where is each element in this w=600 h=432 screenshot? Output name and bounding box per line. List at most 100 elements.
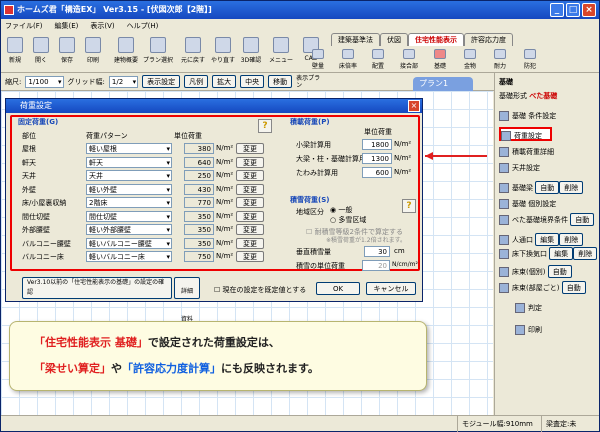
legend-button[interactable]: 凡例 [184,75,209,88]
layout-icon [372,49,384,59]
tab-allowable-stress[interactable]: 許容応力度 [464,33,513,46]
fixed-unit: N/m² [216,252,234,260]
dialog-close-button[interactable]: × [408,100,420,112]
change-button[interactable]: 変更 [236,170,264,181]
tab-housing-performance[interactable]: 住宅性能表示 [408,33,464,46]
app-icon [4,5,14,15]
change-button[interactable]: 変更 [236,210,264,222]
tool-print[interactable]: 印刷 [81,37,105,64]
judge-button[interactable]: 判定 [515,301,542,315]
change-button[interactable]: 変更 [236,156,264,168]
grid-select[interactable]: 1/2 [108,75,139,88]
plan-tab[interactable]: プラン1 [413,77,473,91]
tool-security[interactable]: 防犯 [519,49,541,70]
tool-new[interactable]: 新規 [3,37,27,64]
change-button[interactable]: 変更 [236,197,264,208]
individual-setting-button[interactable]: 基礎 個別設定 [499,197,556,211]
fixed-pattern-select[interactable]: 2階床 [86,197,172,208]
display-setting-button[interactable]: 表示設定 [142,75,181,88]
minimize-button[interactable]: _ [550,3,564,17]
tool-menu[interactable]: メニュー [267,37,295,64]
change-button[interactable]: 変更 [236,183,264,195]
app-window: ホームズ君「構造EX」 Ver3.15 - [伏図次郎【2階】] _ □ × ファイ… [0,0,600,432]
tool-foundation[interactable]: 基礎 [429,49,451,70]
tool-save[interactable]: 保存 [55,37,79,64]
live-label: 小梁計算用 [296,141,331,149]
tool-wall[interactable]: 壁量 [307,49,329,70]
maximize-button[interactable]: □ [566,3,580,17]
vent-row[interactable]: 床下換気口 編集 削除 [499,247,598,261]
callout-line2: 「梁せい算定」や「許容応力度計算」にも反映されます。 [34,362,319,375]
fixed-unit: N/m² [216,157,234,166]
region-general[interactable]: ◉ 一般 [330,205,352,215]
fixed-pattern-select[interactable]: 軽い外部腰壁 [86,224,172,235]
access-row[interactable]: 人通口 編集 削除 [499,233,584,247]
tool-undo[interactable]: 元に戻す [179,37,207,64]
cond-setting-button[interactable]: 基礎 条件設定 [499,109,556,123]
col-unit: 単位荷重 [174,132,202,140]
fixed-pattern-select[interactable]: 軽い屋根 [86,143,172,154]
cond-icon [499,111,509,121]
default-checkbox[interactable]: ☐ 現在の設定を既定値とする [214,285,306,295]
menu-file[interactable]: ファイル(F) [5,19,43,33]
help-icon[interactable]: ? [258,119,272,133]
fire-icon [494,49,506,59]
print-button[interactable]: 印刷 [515,323,542,337]
move-button[interactable]: 移動 [268,75,293,88]
change-button[interactable]: 変更 [236,143,264,154]
fixed-pattern-select[interactable]: 軽いバルコニー床 [86,251,172,262]
fixed-pattern-select[interactable]: 軽いバルコニー腰壁 [86,237,172,249]
live-value-input[interactable]: 1300 [362,153,392,164]
change-button[interactable]: 変更 [236,224,264,235]
tab-building-law[interactable]: 建築基準法 [331,33,380,46]
tool-joint[interactable]: 接合部 [397,49,421,70]
fixed-pattern-select[interactable]: 天井 [86,170,172,181]
fixed-pattern-select[interactable]: 間仕切壁 [86,210,172,222]
tool-floor[interactable]: 床倍率 [337,49,359,70]
ceiling-setting-button[interactable]: 天井設定 [499,161,540,175]
tool-open[interactable]: 開く [29,37,53,64]
live-value-input[interactable]: 1800 [362,139,392,150]
menu-help[interactable]: ヘルプ(H) [127,19,159,33]
fixed-pattern-select[interactable]: 軽い外壁 [86,183,172,195]
compat-check-button[interactable]: Ver3.10以前の「住宅性能表示の基礎」の設定の確認 [22,277,172,299]
tab-floor-plan[interactable]: 伏図 [380,33,408,46]
menu-view[interactable]: 表示(V) [90,19,114,33]
cancel-button[interactable]: キャンセル [366,282,416,295]
beam-row[interactable]: 基礎梁 自動 削除 [499,181,584,195]
region-heavy[interactable]: ○ 多雪区域 [330,215,366,225]
building-icon [118,37,134,53]
live-col-unit: 単位荷重 [364,128,392,136]
boundary-row[interactable]: べた基礎境界条件 自動 [499,213,595,227]
fixed-part: 軒天 [22,158,36,167]
post-individual-row[interactable]: 床束(個別) 自動 [499,265,572,279]
close-button[interactable]: × [582,3,596,17]
snow-unit-input[interactable]: 20 [362,260,390,271]
menu-edit[interactable]: 編集(E) [55,19,79,33]
col-pattern: 荷重パターン [86,132,128,140]
boundary-icon [499,215,509,225]
scale-select[interactable]: 1/100 [25,75,64,88]
post-room-row[interactable]: 床束(部屋ごと) 自動 [499,281,586,295]
tool-hardware[interactable]: 金物 [459,49,481,70]
title-bar: ホームズ君「構造EX」 Ver3.15 - [伏図次郎【2階】] _ □ × [1,1,599,19]
grade2-note: ※積雪荷重が1.2倍されます。 [326,237,406,244]
tool-fire[interactable]: 耐力 [489,49,511,70]
fixed-pattern-select[interactable]: 軒天 [86,156,172,168]
tool-plan[interactable]: プラン選択 [143,37,173,64]
change-button[interactable]: 変更 [236,237,264,249]
snow-help-icon[interactable]: ? [402,199,416,213]
tool-3d[interactable]: 3D確認 [239,37,263,64]
detail-button[interactable]: 詳細資料 [174,277,200,323]
zoom-button[interactable]: 拡大 [212,75,237,88]
tool-redo[interactable]: やり直す [209,37,237,64]
snow-depth-input[interactable]: 30 [364,246,390,257]
center-button[interactable]: 中央 [240,75,265,88]
load-setting-button[interactable]: 荷重設定 [499,127,552,141]
ok-button[interactable]: OK [316,282,360,295]
tool-layout[interactable]: 配置 [367,49,389,70]
live-detail-button[interactable]: 積載荷重詳細 [499,145,554,159]
change-button[interactable]: 変更 [236,251,264,262]
live-value-input[interactable]: 600 [362,167,392,178]
tool-building[interactable]: 建物概要 [111,37,141,64]
